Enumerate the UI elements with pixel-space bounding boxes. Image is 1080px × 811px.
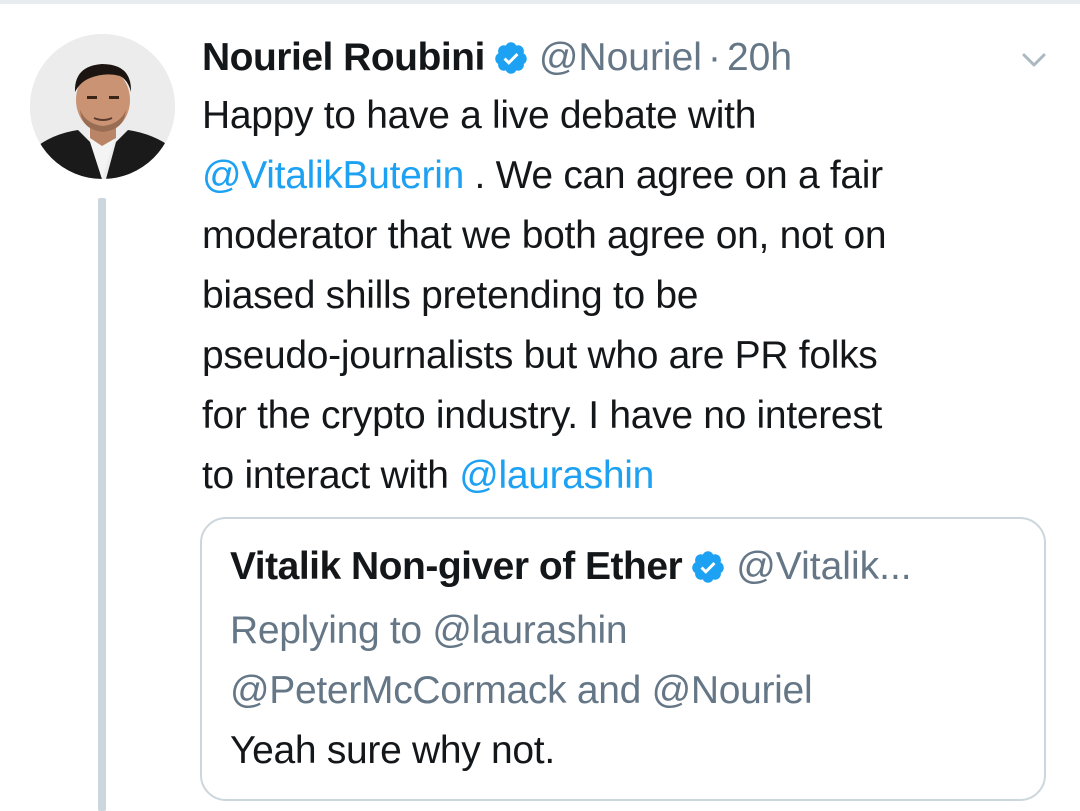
quoted-author-handle: @Vitalik... xyxy=(736,545,912,588)
tweet-menu-button[interactable] xyxy=(1016,42,1052,78)
tweet-timestamp[interactable]: 20h xyxy=(727,36,792,80)
top-divider xyxy=(0,0,1080,4)
reply-mention: @PeterMcCormack xyxy=(230,669,567,712)
reply-mention: @Nouriel xyxy=(651,669,813,712)
mention-link[interactable]: @laurashin xyxy=(459,454,654,497)
thread-connector-line xyxy=(98,198,106,811)
tweet-line: pseudo-journalists but who are PR folks xyxy=(202,334,878,377)
tweet-line: @VitalikButerin . We can agree on a fair xyxy=(202,154,883,197)
author-avatar[interactable] xyxy=(30,34,175,179)
mention-link[interactable]: @VitalikButerin xyxy=(202,154,464,197)
author-name[interactable]: Nouriel Roubini xyxy=(202,36,485,80)
reply-line: Replying to @laurashin xyxy=(230,609,628,652)
verified-badge-icon xyxy=(495,42,527,74)
reply-mention: @laurashin xyxy=(432,609,628,652)
tweet-line: moderator that we both agree on, not on xyxy=(202,214,887,257)
quoted-tweet-card[interactable]: Vitalik Non-giver of Ether @Vitalik... R… xyxy=(200,517,1046,801)
author-handle[interactable]: @Nouriel xyxy=(539,36,702,80)
tweet-line: for the crypto industry. I have no inter… xyxy=(202,394,883,437)
tweet-body: Happy to have a live debate with @Vitali… xyxy=(202,86,1042,506)
reply-line: @PeterMcCormack and @Nouriel xyxy=(230,669,813,712)
chevron-down-icon xyxy=(1022,53,1046,67)
header-separator: · xyxy=(707,36,721,79)
tweet-line: biased shills pretending to be xyxy=(202,274,699,317)
tweet-line: to interact with @laurashin xyxy=(202,454,655,497)
quoted-tweet-text: Yeah sure why not. xyxy=(230,729,555,772)
tweet-header: Nouriel Roubini @Nouriel · 20h xyxy=(202,30,792,86)
tweet-line: Happy to have a live debate with xyxy=(202,94,757,137)
verified-badge-icon xyxy=(692,551,724,583)
quoted-author-name: Vitalik Non-giver of Ether xyxy=(230,545,683,588)
quoted-tweet-header: Vitalik Non-giver of Ether @Vitalik... xyxy=(230,539,912,595)
quoted-reply-context: Replying to @laurashin @PeterMcCormack a… xyxy=(230,601,813,721)
avatar-photo-icon xyxy=(30,34,175,179)
